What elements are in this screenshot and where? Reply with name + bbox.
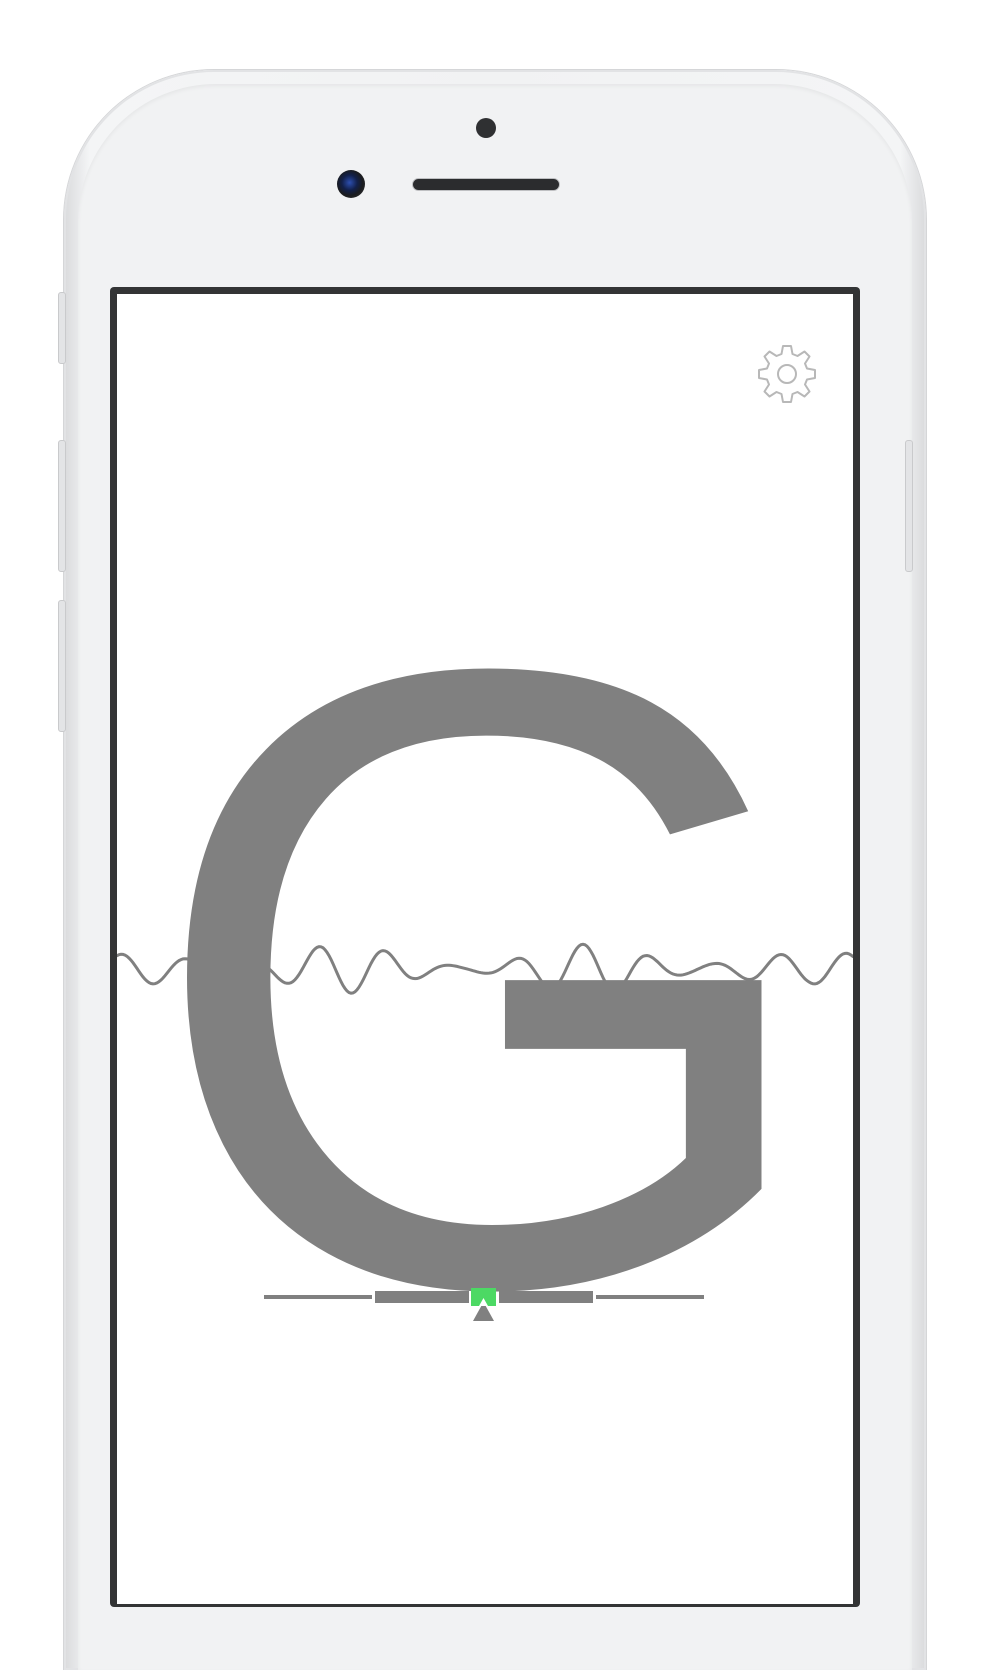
tuning-meter [264,1288,704,1321]
power-button [905,440,913,572]
volume-down-button [58,600,66,732]
tuner-screen: G [117,294,853,1604]
mute-switch [58,292,66,364]
gear-icon[interactable] [755,342,819,406]
meter-segment-far-flat [264,1295,372,1299]
meter-segment-flat [375,1291,469,1303]
meter-segment-sharp [499,1291,593,1303]
front-camera [337,170,365,198]
volume-up-button [58,440,66,572]
meter-segment-far-sharp [596,1295,704,1299]
proximity-sensor [476,118,496,138]
audio-waveform [117,942,853,995]
earpiece-speaker [412,178,560,191]
